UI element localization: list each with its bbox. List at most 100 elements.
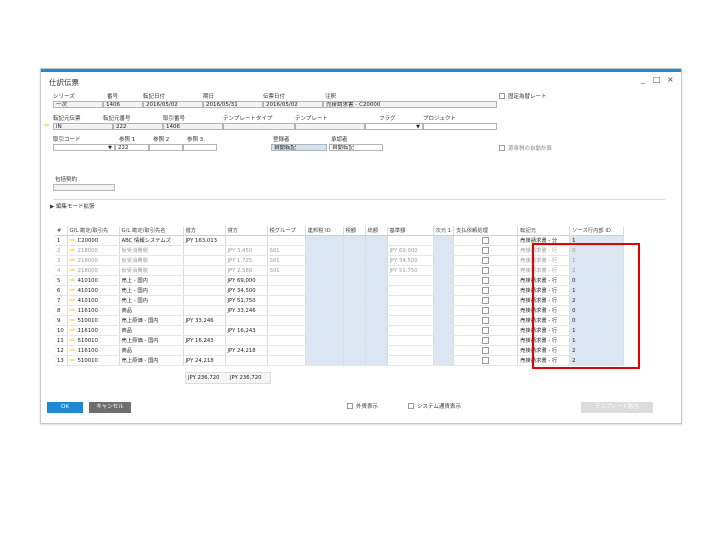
gross-amount-cell[interactable] [365,285,388,296]
series-field[interactable]: 一次 [53,101,103,108]
account-name-cell[interactable]: 売上 - 国内 [119,285,184,296]
tax-group-cell[interactable] [267,315,306,326]
gross-amount-cell[interactable] [365,295,388,306]
debit-cell[interactable] [183,275,226,286]
tax-amount-cell[interactable] [343,325,366,336]
maximize-icon[interactable]: □ [653,75,661,84]
gl-account-cell[interactable]: ⇨ 218000 [67,245,120,256]
gross-amount-cell[interactable] [365,265,388,276]
project-field[interactable] [423,123,497,130]
dimension1-cell[interactable] [433,325,455,336]
tax-amount-cell[interactable] [343,315,366,326]
account-name-cell[interactable]: ABC 情報システムズ [119,235,184,246]
base-amount-cell[interactable] [387,315,434,326]
remarks-field[interactable]: 売掛請求書 - C20000 [323,101,497,108]
posting-date-field[interactable]: 2016/05/02 [143,101,203,108]
payment-order-checkbox[interactable] [482,306,490,314]
account-name-cell[interactable]: 商品 [119,345,184,356]
doc-date-field[interactable]: 2016/05/02 [263,101,323,108]
column-header[interactable]: G/L 勘定/取引先名 [119,226,184,236]
base-amount-cell[interactable] [387,355,434,366]
credit-cell[interactable] [225,235,268,246]
account-name-cell[interactable]: 売上 - 国内 [119,275,184,286]
column-header[interactable]: G/L 勘定/取引先 [67,226,120,236]
account-name-cell[interactable]: 売上原価 - 国内 [119,355,184,366]
credit-cell[interactable]: JPY 1,725 [225,255,268,266]
tax-group-cell[interactable] [267,235,306,246]
dimension1-cell[interactable] [433,285,455,296]
gl-account-cell[interactable]: ⇨ 410100 [67,285,120,296]
debit-cell[interactable]: JPY 24,218 [183,355,226,366]
federal-tax-id-cell[interactable] [305,245,344,256]
debit-cell[interactable] [183,305,226,316]
edit-mode-toggle[interactable]: ▶ 編集モード拡張 [50,202,95,210]
row-number[interactable]: 1 [55,235,68,246]
payment-order-checkbox[interactable] [482,316,490,324]
gl-account-cell[interactable]: ⇨ 510010 [67,335,120,346]
column-header[interactable]: 総額 [365,226,388,236]
column-header[interactable]: ソース行内部 ID [569,226,625,236]
credit-cell[interactable]: JPY 69,000 [225,275,268,286]
ok-button[interactable]: OK [47,402,83,413]
payment-order-checkbox[interactable] [482,286,490,294]
federal-tax-id-cell[interactable] [305,235,344,246]
account-name-cell[interactable]: 売上原価 - 国内 [119,335,184,346]
payment-order-checkbox[interactable] [482,356,490,364]
column-header[interactable]: 次元 1 [433,226,455,236]
federal-tax-id-cell[interactable] [305,275,344,286]
payment-order-checkbox[interactable] [482,236,490,244]
payment-order-checkbox[interactable] [482,266,490,274]
tax-amount-cell[interactable] [343,345,366,356]
credit-cell[interactable]: JPY 33,246 [225,305,268,316]
link-arrow-icon[interactable]: ⇨ [70,266,78,274]
link-arrow-icon[interactable]: ⇨ [70,236,78,244]
dimension1-cell[interactable] [433,335,455,346]
federal-tax-id-cell[interactable] [305,255,344,266]
debit-cell[interactable]: JPY 33,246 [183,315,226,326]
dimension1-cell[interactable] [433,275,455,286]
gl-account-cell[interactable]: ⇨ 410100 [67,295,120,306]
credit-cell[interactable]: JPY 24,218 [225,345,268,356]
link-arrow-icon[interactable]: ⇨ [70,336,78,344]
column-header[interactable]: # [55,226,68,236]
gl-account-cell[interactable]: ⇨ 218000 [67,255,120,266]
credit-cell[interactable] [225,315,268,326]
payment-order-checkbox[interactable] [482,326,490,334]
gl-account-cell[interactable]: ⇨ C20000 [67,235,120,246]
minimize-icon[interactable]: _ [641,75,645,84]
debit-cell[interactable] [183,345,226,356]
payment-order-checkbox[interactable] [482,276,490,284]
payment-order-cell[interactable] [453,305,519,316]
gross-amount-cell[interactable] [365,355,388,366]
tax-group-cell[interactable] [267,355,306,366]
tax-group-cell[interactable] [267,325,306,336]
debit-cell[interactable] [183,255,226,266]
payment-order-cell[interactable] [453,325,519,336]
payment-order-cell[interactable] [453,345,519,356]
federal-tax-id-cell[interactable] [305,355,344,366]
dimension1-cell[interactable] [433,265,455,276]
fixed-rate-checkbox[interactable] [499,93,505,99]
payment-order-checkbox[interactable] [482,296,490,304]
contract-field[interactable] [53,184,115,191]
ref3-field[interactable] [183,144,217,151]
debit-cell[interactable]: JPY 16,243 [183,335,226,346]
base-amount-cell[interactable] [387,305,434,316]
trans-code-select[interactable]: ▼ [53,144,115,151]
row-number[interactable]: 3 [55,255,68,266]
gl-account-cell[interactable]: ⇨ 116100 [67,345,120,356]
tax-group-cell[interactable] [267,335,306,346]
tax-amount-cell[interactable] [343,305,366,316]
base-amount-cell[interactable] [387,345,434,356]
column-header[interactable]: 連邦税 ID [305,226,344,236]
credit-cell[interactable]: JPY 3,450 [225,245,268,256]
link-arrow-icon[interactable]: ⇨ [70,346,78,354]
column-header[interactable]: 税額 [343,226,366,236]
column-header[interactable]: 税グループ [267,226,306,236]
account-name-cell[interactable]: 商品 [119,325,184,336]
link-arrow-icon[interactable]: ⇨ [70,356,78,364]
tax-group-cell[interactable] [267,275,306,286]
template-field[interactable] [295,123,365,130]
debit-cell[interactable] [183,285,226,296]
payment-order-cell[interactable] [453,295,519,306]
